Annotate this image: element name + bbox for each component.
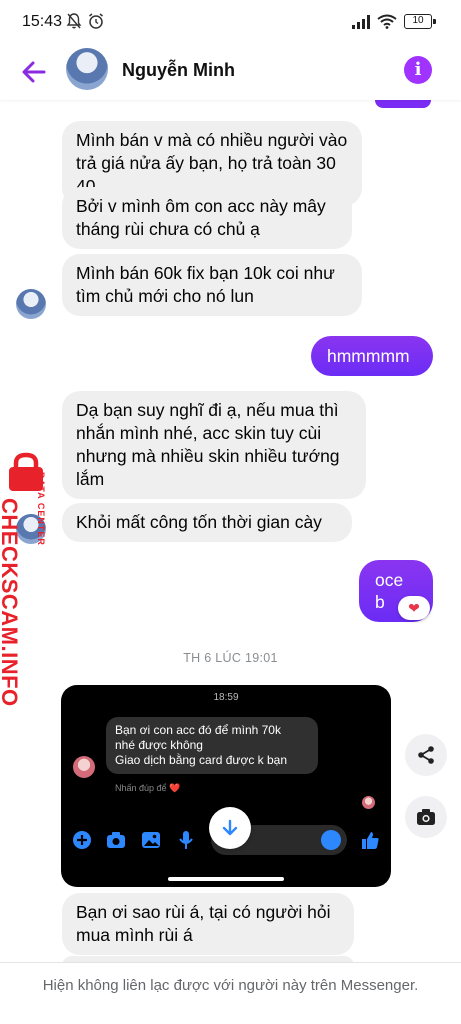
message-bubble-incoming[interactable]: Dạ bạn suy nghĩ đi ạ, nếu mua thì nhắn m…: [62, 391, 366, 499]
message-bubble-incoming[interactable]: Bởi v mình ôm con acc này mây tháng rùi …: [62, 187, 352, 249]
previous-message-tail: [375, 100, 431, 108]
camera-icon: [417, 809, 435, 825]
share-icon: [418, 746, 434, 764]
gallery-icon: [142, 832, 160, 848]
thumbs-up-icon: [362, 832, 379, 849]
battery-indicator: 10: [404, 14, 436, 29]
alarm-icon: [89, 13, 103, 29]
status-time: 15:43: [22, 13, 63, 30]
emoji-icon: [321, 830, 341, 850]
screenshot-hint: Nhấn đúp để ❤️: [115, 783, 181, 793]
info-icon[interactable]: i: [404, 56, 432, 84]
notification-muted-icon: [66, 13, 82, 29]
back-arrow-icon[interactable]: [18, 56, 50, 88]
contact-name[interactable]: Nguyễn Minh: [122, 60, 235, 81]
wifi-icon: [377, 14, 397, 29]
conversation-header: Nguyễn Minh i: [0, 44, 461, 100]
contact-avatar-small[interactable]: [16, 514, 46, 544]
footer-text: Hiện không liên lạc được với người này t…: [42, 977, 419, 994]
screenshot-read-avatar: [362, 796, 375, 809]
screenshot-message: Bạn ơi con acc đó để mình 70k nhé được k…: [106, 717, 318, 774]
microphone-icon: [179, 831, 193, 849]
arrow-down-icon: [222, 819, 238, 836]
message-bubble-outgoing[interactable]: hmmmmm: [311, 336, 433, 376]
screenshot-message-line: nhé được không: [115, 738, 203, 752]
screenshot-home-indicator: [168, 877, 284, 881]
contact-avatar[interactable]: [66, 48, 108, 90]
message-bubble-incoming[interactable]: Khỏi mất công tốn thời gian cày: [62, 503, 352, 542]
heart-reaction[interactable]: ❤: [398, 596, 430, 620]
camera-icon: [107, 832, 125, 848]
time-divider: TH 6 LÚC 19:01: [183, 651, 278, 665]
screenshot-image[interactable]: 18:59 Bạn ơi con acc đó để mình 70k nhé …: [61, 685, 391, 887]
contact-avatar-small[interactable]: [16, 289, 46, 319]
screenshot-message-line: Giao dịch bằng card được k bạn: [115, 753, 288, 767]
plus-icon: [73, 831, 91, 849]
signal-icon: [352, 15, 370, 29]
message-bubble-incoming[interactable]: Bạn ơi sao rùi á, tại có người hỏi mua m…: [62, 893, 354, 955]
screenshot-message-line: Bạn ơi con acc đó để mình 70k: [115, 723, 281, 737]
footer-notice: Hiện không liên lạc được với người này t…: [0, 962, 461, 1024]
screenshot-time: 18:59: [213, 692, 239, 703]
status-bar: 15:43 10: [0, 0, 461, 44]
share-button[interactable]: [405, 734, 447, 776]
save-image-button[interactable]: [405, 796, 447, 838]
scroll-to-bottom-button[interactable]: [209, 807, 251, 849]
screenshot-avatar: [73, 756, 95, 778]
message-bubble-incoming[interactable]: Mình bán 60k fix bạn 10k coi như tìm chủ…: [62, 254, 362, 316]
